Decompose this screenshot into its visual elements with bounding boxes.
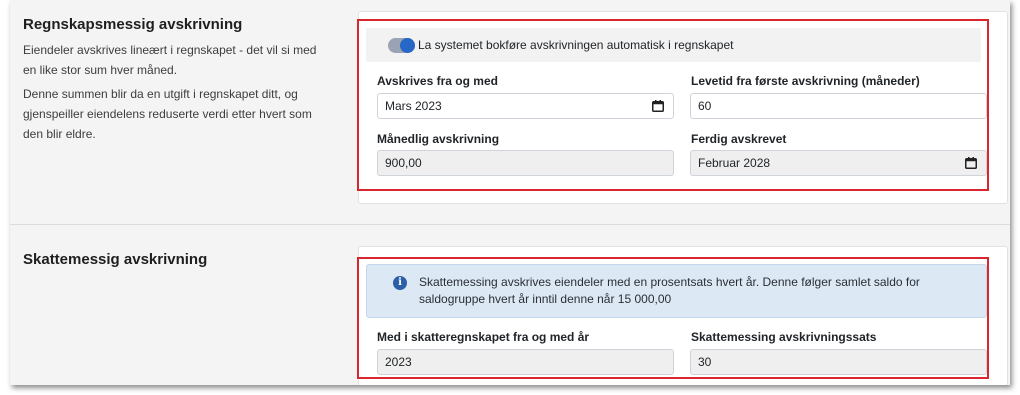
highlight-box-accounting <box>357 19 989 191</box>
section-description-secondary: Denne summen blir da en utgift i regnska… <box>23 87 312 141</box>
section-description: Eiendeler avskrives lineært i regnskapet… <box>23 43 317 77</box>
section-title: Regnskapsmessig avskrivning <box>23 16 243 33</box>
section-title: Skattemessig avskrivning <box>23 251 208 268</box>
highlight-box-tax <box>357 257 989 379</box>
